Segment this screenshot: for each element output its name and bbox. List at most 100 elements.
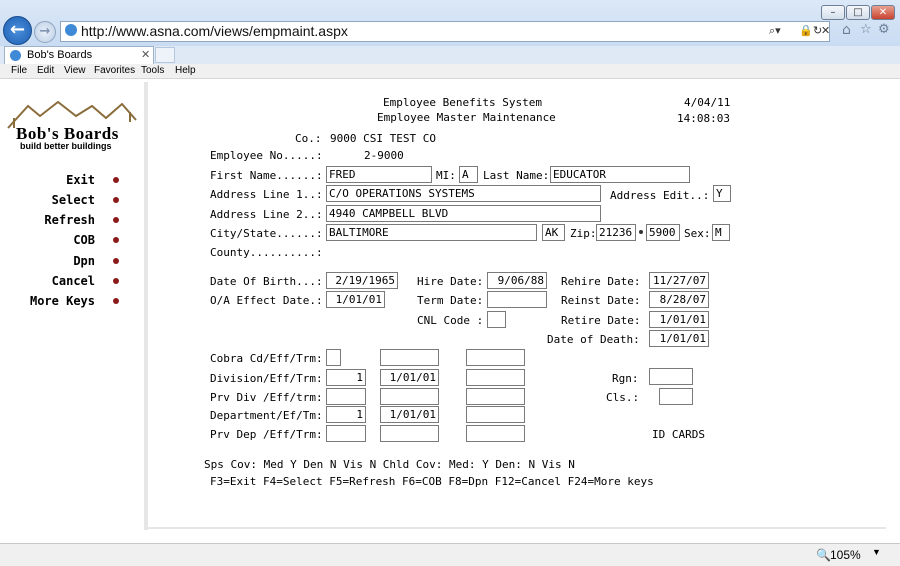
gear-icon[interactable]: ⚙ [878,22,890,37]
new-tab-button[interactable] [155,47,175,63]
screen-title: Employee Master Maintenance [377,111,556,124]
mi-input[interactable]: A [459,166,478,183]
zoom-icon: 🔍 [816,548,831,562]
cnl-code-label: CNL Code : [417,314,484,327]
tab-bar: Bob's Boards ✕ [0,46,900,65]
cobra-code-input[interactable] [326,349,341,366]
menu-file[interactable]: File [11,65,27,76]
address-bar[interactable]: http://www.asna.com/views/empmaint.aspx … [60,21,830,42]
hire-date-input[interactable]: 9/06/88 [487,272,547,289]
status-bar: 🔍 105% ▼ [0,543,900,566]
rehire-date-input[interactable]: 11/27/07 [649,272,709,289]
menu-view[interactable]: View [64,65,86,76]
first-name-input[interactable]: FRED [326,166,432,183]
dob-input[interactable]: 2/19/1965 [326,272,398,289]
maximize-button[interactable]: □ [846,5,870,20]
division-input[interactable]: 1 [326,369,366,386]
browser-titlebar: – □ ✕ ← → http://www.asna.com/views/empm… [0,0,900,47]
menu-favorites[interactable]: Favorites [94,65,135,76]
company-label: Co.: [295,132,322,145]
retire-date-label: Retire Date: [561,314,641,327]
ie-tab-icon [10,50,21,61]
cobra-trm-input[interactable] [466,349,525,366]
side-menu-exit[interactable]: Exit [20,173,95,187]
menu-edit[interactable]: Edit [37,65,54,76]
zoom-level[interactable]: 105% [830,548,861,562]
rehire-date-label: Rehire Date: [561,275,641,288]
first-name-label: First Name......: [210,169,323,182]
term-date-input[interactable] [487,291,547,308]
class-label: Cls.: [606,391,640,404]
prv-div-trm-input[interactable] [466,388,525,405]
address-line-2-label: Address Line 2..: [210,208,323,221]
menu-help[interactable]: Help [175,65,196,76]
prv-dep-input[interactable] [326,425,366,442]
prv-div-input[interactable] [326,388,366,405]
prv-dep-trm-input[interactable] [466,425,525,442]
zoom-dropdown-icon[interactable]: ▼ [872,547,881,557]
zip-separator-icon [639,230,643,234]
forward-button[interactable]: → [34,21,56,43]
prv-div-label: Prv Div /Eff/trm: [210,391,323,404]
date-of-death-input[interactable]: 1/01/01 [649,330,709,347]
cnl-code-input[interactable] [487,311,506,328]
side-menu-cob[interactable]: COB [20,233,95,247]
bullet-icon [113,217,119,223]
search-icon[interactable]: ⌕▾ [769,24,781,38]
term-date-label: Term Date: [417,294,484,307]
cobra-label: Cobra Cd/Eff/Trm: [210,352,323,365]
side-menu-more-keys[interactable]: More Keys [20,294,95,308]
prv-div-eff-input[interactable] [380,388,439,405]
bullet-icon [113,258,119,264]
zip-input[interactable]: 21236 [596,224,636,241]
bottom-divider [148,527,886,529]
stop-icon[interactable]: ✕ [821,24,830,37]
side-menu-refresh[interactable]: Refresh [20,213,95,227]
side-menu-dpn[interactable]: Dpn [20,254,95,268]
region-input[interactable] [649,368,693,385]
last-name-input[interactable]: EDUCATOR [550,166,690,183]
favorites-star-icon[interactable]: ☆ [860,22,872,37]
zip-label: Zip: [570,227,597,240]
department-trm-input[interactable] [466,406,525,423]
cobra-eff-input[interactable] [380,349,439,366]
employee-no-value: 2-9000 [364,149,404,162]
zip-extension-input[interactable]: 5900 [646,224,680,241]
city-input[interactable]: BALTIMORE [326,224,537,241]
side-menu-cancel[interactable]: Cancel [20,274,95,288]
dob-label: Date Of Birth...: [210,275,323,288]
address-line-1-input[interactable]: C/O OPERATIONS SYSTEMS [326,185,601,202]
tab-close-icon[interactable]: ✕ [141,47,150,63]
id-cards-link[interactable]: ID CARDS [652,428,705,442]
division-eff-input[interactable]: 1/01/01 [380,369,439,386]
address-line-1-label: Address Line 1..: [210,188,323,201]
menu-tools[interactable]: Tools [141,65,164,76]
prv-dep-label: Prv Dep /Eff/Trm: [210,428,323,441]
department-eff-input[interactable]: 1/01/01 [380,406,439,423]
division-trm-input[interactable] [466,369,525,386]
retire-date-input[interactable]: 1/01/01 [649,311,709,328]
tab-title: Bob's Boards [27,49,93,61]
oa-effect-date-input[interactable]: 1/01/01 [326,291,385,308]
department-input[interactable]: 1 [326,406,366,423]
bullet-icon [113,278,119,284]
address-edit-input[interactable]: Y [713,185,731,202]
class-input[interactable] [659,388,693,405]
sex-input[interactable]: M [712,224,730,241]
address-edit-label: Address Edit..: [610,189,710,202]
minimize-button[interactable]: – [821,5,845,20]
address-line-2-input[interactable]: 4940 CAMPBELL BLVD [326,205,601,222]
header-time: 14:08:03 [677,112,730,125]
back-button[interactable]: ← [3,16,32,45]
bullet-icon [113,237,119,243]
prv-dep-eff-input[interactable] [380,425,439,442]
state-input[interactable]: AK [542,224,565,241]
ie-page-icon [65,24,77,36]
side-menu-select[interactable]: Select [20,193,95,207]
division-label: Division/Eff/Trm: [210,372,323,385]
home-icon[interactable]: ⌂ [842,22,851,38]
tab-bobs-boards[interactable]: Bob's Boards ✕ [4,46,154,64]
employee-no-label: Employee No.....: [210,149,323,162]
close-window-button[interactable]: ✕ [871,5,895,20]
reinst-date-input[interactable]: 8/28/07 [649,291,709,308]
